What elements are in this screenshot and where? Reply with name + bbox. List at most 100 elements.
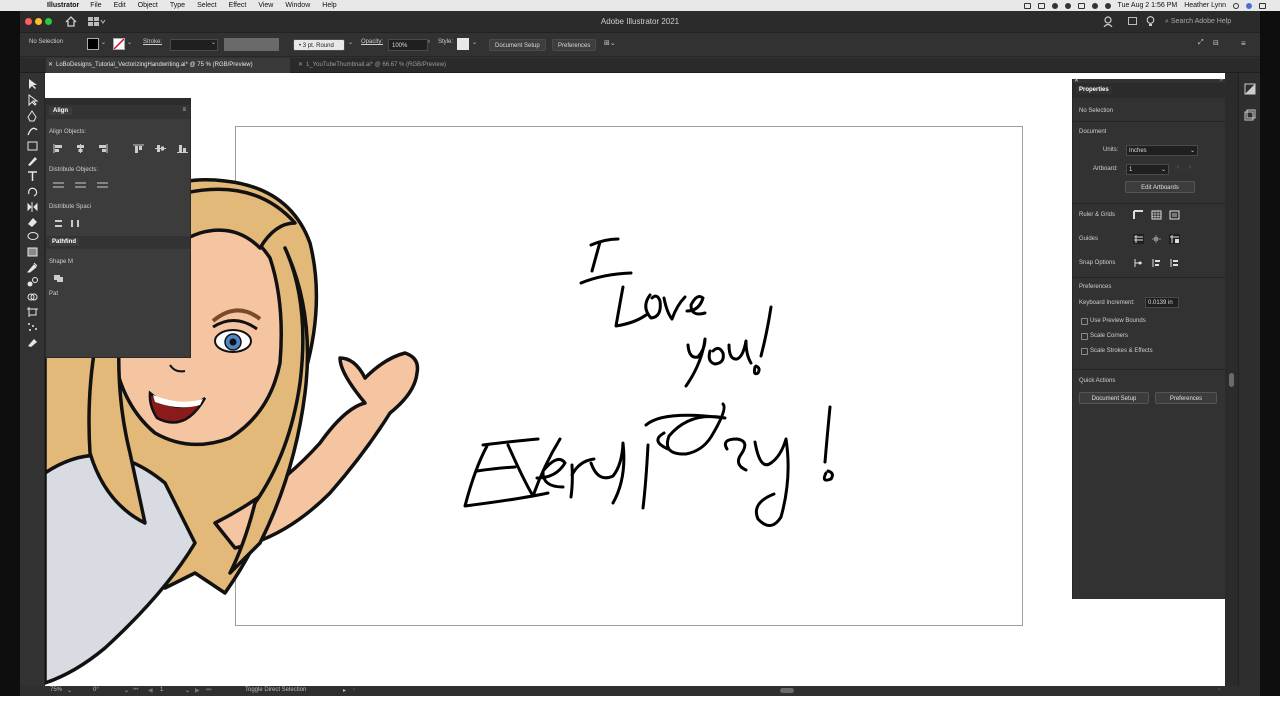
volume-icon[interactable] [1104,2,1111,9]
horizontal-align-center-icon[interactable] [75,144,86,153]
vertical-align-center-icon[interactable] [155,144,166,153]
tab-align[interactable]: Align [49,107,72,115]
rotate-tool-icon[interactable] [26,186,39,198]
fill-swatch[interactable] [87,38,99,50]
document-setup-button[interactable]: Document Setup [1079,392,1149,404]
menu-file[interactable]: File [90,2,101,9]
direct-selection-tool-icon[interactable] [26,94,39,106]
horizontal-align-left-icon[interactable] [53,144,64,153]
lasso-tool-icon[interactable] [26,231,39,243]
gradient-tool-icon[interactable] [26,246,39,258]
menu-type[interactable]: Type [170,2,185,9]
unite-icon[interactable] [53,274,64,283]
properties-panel-icon[interactable] [1244,83,1256,95]
horizontal-align-right-icon[interactable] [97,144,108,153]
transform-icon[interactable]: ⤢ [1198,39,1204,47]
screen-record-icon[interactable] [1023,2,1031,9]
scroll-right-icon[interactable]: › [1218,687,1220,693]
close-tab-icon[interactable]: ✕ [48,58,53,73]
edit-artboards-button[interactable]: Edit Artboards [1125,181,1195,193]
tab-pathfinder[interactable]: Pathfind [49,238,79,246]
sync-icon[interactable] [1064,2,1071,9]
zoom-dropdown-icon[interactable]: ⌄ [67,687,72,694]
vertical-distribute-top-icon[interactable] [53,181,64,190]
scroll-thumb[interactable] [780,688,794,693]
menu-help[interactable]: Help [322,2,336,9]
opacity-label[interactable]: Opacity: [361,39,383,45]
scale-strokes-effects-label[interactable]: Scale Strokes & Effects [1090,348,1153,354]
menubar-user[interactable]: Heather Lynn [1184,2,1226,9]
first-artboard-icon[interactable]: ⏮ [133,687,138,694]
menu-object[interactable]: Object [138,2,158,9]
live-paint-tool-icon[interactable] [26,336,39,348]
menu-select[interactable]: Select [197,2,216,9]
artboard-dropdown-icon[interactable]: ⌄ [185,687,190,694]
style-dropdown-icon[interactable]: ⌄ [472,39,477,46]
graphic-style-swatch[interactable] [457,38,469,50]
grid-icon[interactable] [1151,210,1162,220]
menubar-clock[interactable]: Tue Aug 2 1:56 PM [1118,2,1178,9]
canvas[interactable] [45,73,1225,686]
search-help-field[interactable]: ⌕ Search Adobe Help [1165,16,1253,28]
vertical-align-top-icon[interactable] [133,144,144,153]
display-icon[interactable] [1037,2,1045,9]
rotation-dropdown-icon[interactable]: ⌄ [124,687,129,694]
last-artboard-icon[interactable]: ⏭ [206,687,211,694]
horizontal-scrollbar[interactable] [360,688,1220,694]
wifi-icon[interactable] [1091,2,1098,9]
scale-corners-checkbox[interactable] [1081,333,1088,340]
symbol-sprayer-tool-icon[interactable] [26,321,39,333]
discover-lightbulb-icon[interactable] [1146,16,1155,27]
brush-definition-field[interactable]: • 3 pt. Round [293,39,345,51]
selection-tool-icon[interactable] [26,78,39,90]
units-dropdown[interactable]: Inches ⌄ [1126,145,1198,156]
scroll-thumb[interactable] [1229,373,1234,387]
vertical-align-bottom-icon[interactable] [177,144,188,153]
stroke-swatch[interactable] [113,38,125,50]
menu-edit[interactable]: Edit [114,2,126,9]
transparency-grid-icon[interactable] [1169,210,1180,220]
artboard-number[interactable]: 1 [160,687,163,693]
status-menu-icon[interactable]: ▸ [343,687,346,694]
preferences-button[interactable]: Preferences [1155,392,1217,404]
menu-window[interactable]: Window [285,2,310,9]
curvature-tool-icon[interactable] [26,125,39,137]
artboard-tool-icon[interactable] [26,306,39,318]
shape-builder-tool-icon[interactable] [26,291,39,303]
next-artboard-icon[interactable]: › [1189,165,1191,171]
previous-artboard-icon[interactable]: ◀ [148,687,153,694]
smart-guides-icon[interactable] [1151,234,1162,244]
opacity-arrow-icon[interactable]: › [428,39,430,45]
next-artboard-icon[interactable]: ▶ [195,687,200,694]
stroke-dropdown-icon[interactable]: ⌄ [127,39,132,46]
pencil-tool-icon[interactable] [26,155,39,167]
variable-width-profile[interactable] [224,38,279,51]
control-center-icon[interactable] [1259,2,1266,9]
horizontal-distribute-space-icon[interactable] [70,219,81,228]
siri-icon[interactable] [1246,2,1252,9]
lock-guides-icon[interactable] [1169,234,1180,244]
use-preview-bounds-checkbox[interactable] [1081,318,1088,325]
panel-menu-icon[interactable]: ≡ [182,107,186,113]
pen-tool-icon[interactable] [26,110,39,122]
menu-view[interactable]: View [258,2,273,9]
panel-menu-icon[interactable]: ≡ [1241,39,1246,48]
vertical-distribute-bottom-icon[interactable] [97,181,108,190]
rotation-value[interactable]: 0° [93,687,99,693]
snap-to-pixel-icon[interactable] [1169,258,1180,268]
eraser-tool-icon[interactable] [26,216,39,228]
arrange-menu-icon[interactable]: ⊞⌄ [604,39,616,47]
isolate-icon[interactable]: ⊟ [1213,39,1219,47]
tab-vectorizing-handwriting[interactable]: ✕ LoBoDesigns_Tutorial_VectorizingHandwr… [46,58,290,73]
blend-tool-icon[interactable] [26,276,39,288]
fill-dropdown-icon[interactable]: ⌄ [101,39,106,46]
preferences-button[interactable]: Preferences [552,39,597,51]
snap-to-point-icon[interactable] [1133,258,1144,268]
show-guides-icon[interactable] [1133,234,1144,244]
artboard-dropdown[interactable]: 1 ⌄ [1126,164,1169,175]
scroll-left-icon[interactable]: ‹ [353,687,355,693]
stroke-weight-dropdown-icon[interactable]: ⌄ [211,39,216,46]
brush-dropdown-icon[interactable]: ⌄ [348,39,353,46]
tab-properties[interactable]: Properties [1076,86,1112,94]
creative-cloud-icon[interactable] [1051,2,1058,9]
